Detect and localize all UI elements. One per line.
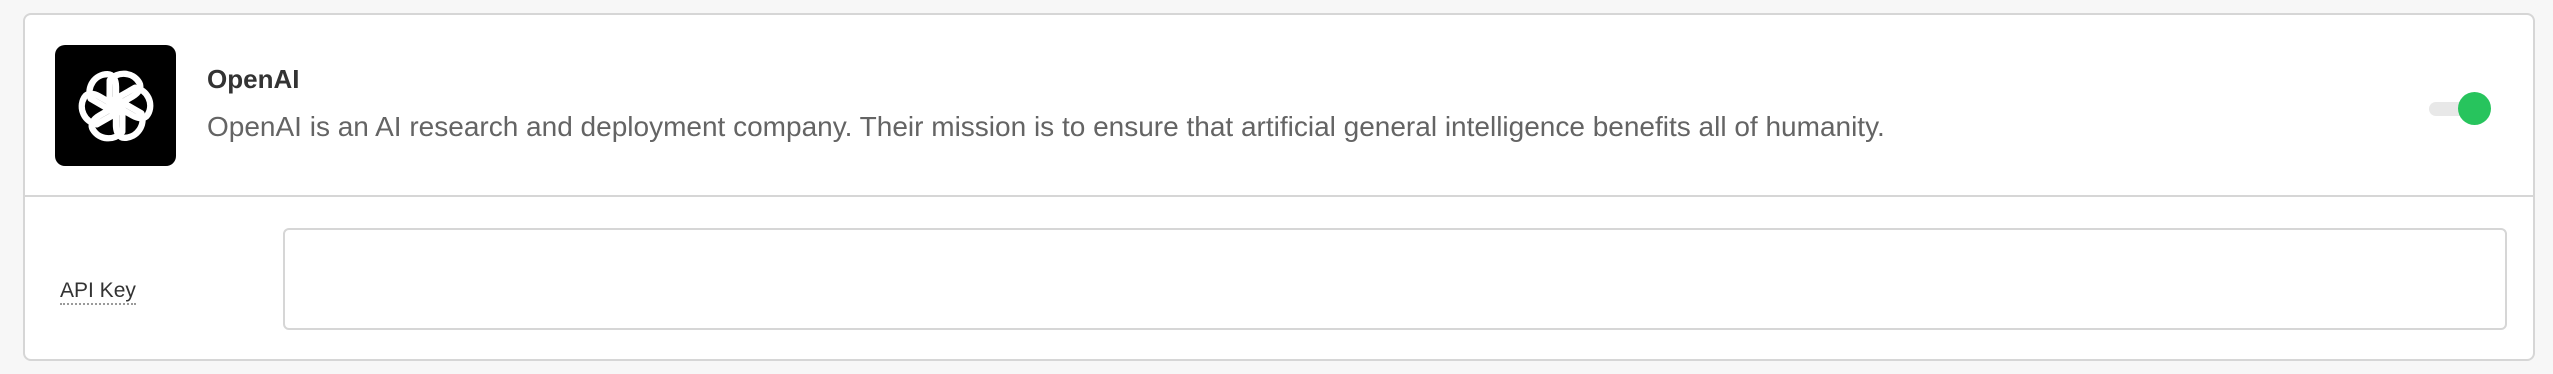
- provider-settings: API Key: [25, 197, 2533, 359]
- provider-card: OpenAI OpenAI is an AI research and depl…: [23, 13, 2535, 361]
- provider-description: OpenAI is an AI research and deployment …: [207, 111, 1885, 142]
- openai-logo-icon: [78, 70, 153, 141]
- provider-header: OpenAI OpenAI is an AI research and depl…: [25, 15, 2533, 197]
- api-key-input[interactable]: [283, 228, 2507, 330]
- toggle-knob: [2458, 92, 2491, 125]
- openai-logo-icon: [55, 45, 176, 166]
- provider-title: OpenAI: [207, 64, 300, 94]
- api-key-label: API Key: [60, 279, 136, 306]
- provider-enabled-toggle[interactable]: [2429, 92, 2491, 126]
